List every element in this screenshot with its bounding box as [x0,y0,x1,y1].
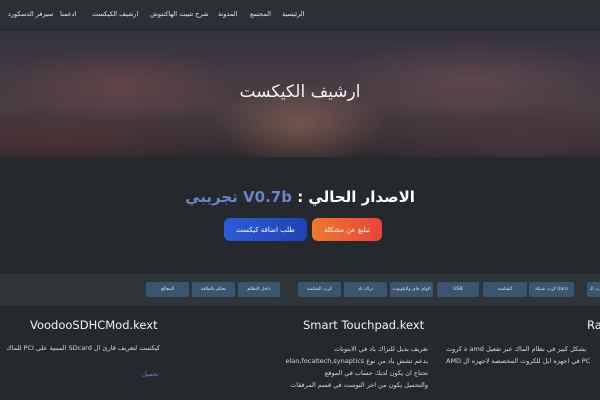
card-desc-touchpad-3: تحتاج ان يكون لديك حساب في الموقع [324,369,428,377]
card-title-voodoosdhc: VoodooSDHCMod.kext [30,318,158,332]
card-title-radeon: Ra [587,318,600,332]
download-link-voodoosdhc[interactable]: تحميل [142,370,159,378]
filter-chip-system[interactable]: داخل النظام [238,282,280,297]
filter-chip-power[interactable]: تحكم بالطاقة [192,282,235,297]
card-desc-touchpad-2: يدعم تشش باد من نوع elan,focaltech,synap… [285,357,429,365]
nav-item-community[interactable]: المجتمع [250,10,271,18]
hero-banner: ارشيف الكيكست [0,30,600,157]
filter-chip-lan[interactable]: كرت شبكة (lan) [529,282,574,297]
card-desc-voodoosdhc: كيكست لتعريف قارئ ال SDcard المبنية على … [6,344,160,352]
top-navbar: الرئيسية المجتمع المدونة شرح تثبيت الهاك… [0,0,600,30]
filter-chip-usb[interactable]: USB [437,282,479,297]
filter-chip-display[interactable]: الشاشة [483,282,527,297]
category-filter-bar: كرت الـ... كرت شبكة (lan) الشاشة USB الو… [0,274,600,306]
nav-item-support[interactable]: ادعمنا [60,10,76,18]
filter-chip-gpu[interactable]: كرت الشاشة [298,282,341,297]
card-desc-touchpad-4: والتحميل يكون من اخر البوست في قسم المرف… [290,381,428,389]
filter-chip-trackpad[interactable]: تراك باد [344,282,387,297]
nav-item-install-guide[interactable]: شرح تثبيت الهاكنتوش [150,10,209,18]
filter-chip-cut[interactable]: كرت الـ... [587,282,600,297]
card-title-smart-touchpad: Smart Touchpad.kext [303,318,425,332]
card-desc-touchpad-1: تعريف بديل للتراك باد في الابتوبات [334,345,428,353]
nav-item-kext-archive[interactable]: ارشيف الكيكست [92,10,138,18]
report-issue-button[interactable]: تبليغ عن مشكلة [312,218,382,241]
nav-item-discord[interactable]: سيرفر الدسكورد [8,10,53,18]
filter-chip-cpu[interactable]: المعالج [146,282,189,297]
filter-chip-wifi-bluetooth[interactable]: الواي فاي والبلوتوث [390,282,433,297]
card-desc-radeon-2: AMD في اجهزه ابل للكروت المخصصه لاجهزه ا… [446,357,591,365]
request-kext-button[interactable]: طلب اضافة كيكست [224,218,307,241]
nav-item-blog[interactable]: المدونة [218,10,237,18]
card-desc-radeon-1: ة كروت amd بشكل كبير في نظام الماك عبر ت… [446,345,587,353]
nav-item-home[interactable]: الرئيسية [282,10,304,18]
current-version: الاصدار الحالي : V0.7b تجريبي [0,188,600,206]
hero-title: ارشيف الكيكست [239,82,361,102]
version-label: الاصدار الحالي : [297,188,415,206]
version-value: V0.7b تجريبي [185,188,292,206]
